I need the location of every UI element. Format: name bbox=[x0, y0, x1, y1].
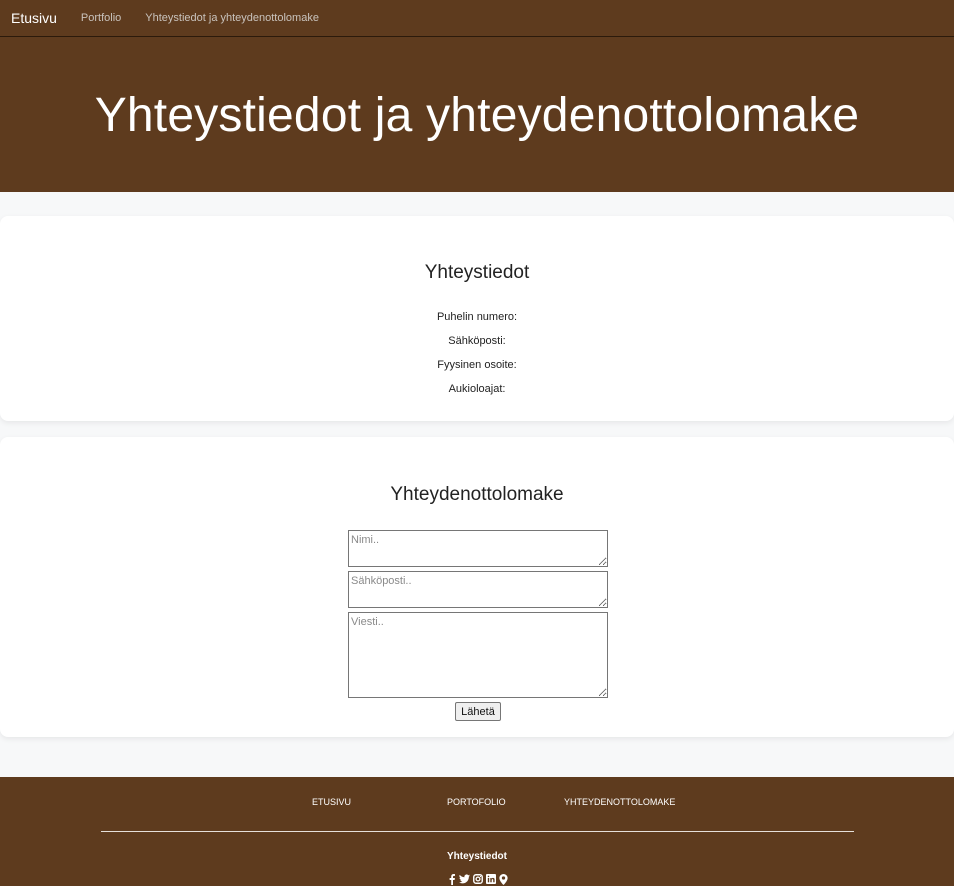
email-field[interactable] bbox=[348, 571, 608, 608]
nav-brand-etusivu[interactable]: Etusivu bbox=[11, 10, 57, 26]
footer-divider bbox=[101, 831, 854, 832]
opening-hours-label: Aukioloajat: bbox=[448, 383, 506, 395]
top-navbar: Etusivu Portfolio Yhteystiedot ja yhteyd… bbox=[0, 0, 954, 37]
footer-contact-title: Yhteystiedot bbox=[446, 851, 507, 862]
send-button[interactable]: Lähetä bbox=[455, 702, 501, 721]
footer: ETUSIVU PORTOFOLIO YHTEYDENOTTOLOMAKE Yh… bbox=[0, 777, 954, 886]
hero-banner: Yhteystiedot ja yhteydenottolomake bbox=[0, 37, 954, 192]
footer-link-etusivu[interactable]: ETUSIVU bbox=[312, 797, 351, 807]
linkedin-icon[interactable] bbox=[485, 874, 497, 886]
map-marker-icon[interactable] bbox=[497, 874, 509, 886]
footer-link-contact-form[interactable]: YHTEYDENOTTOLOMAKE bbox=[564, 797, 675, 807]
email-label: Sähköposti: bbox=[448, 335, 506, 347]
name-field[interactable] bbox=[348, 530, 608, 567]
address-label: Fyysinen osoite: bbox=[437, 359, 517, 371]
twitter-icon[interactable] bbox=[458, 874, 470, 886]
contact-form-title: Yhteydenottolomake bbox=[390, 484, 564, 505]
nav-link-contact[interactable]: Yhteystiedot ja yhteydenottolomake bbox=[145, 12, 319, 24]
message-field[interactable] bbox=[348, 612, 608, 698]
contact-info-title: Yhteystiedot bbox=[424, 262, 530, 283]
page-title: Yhteystiedot ja yhteydenottolomake bbox=[94, 89, 860, 142]
instagram-icon[interactable] bbox=[472, 874, 484, 886]
phone-label: Puhelin numero: bbox=[436, 311, 518, 323]
contact-info-card: Yhteystiedot Puhelin numero: Sähköposti:… bbox=[0, 216, 954, 421]
nav-link-portfolio[interactable]: Portfolio bbox=[81, 12, 121, 24]
footer-link-portfolio[interactable]: PORTOFOLIO bbox=[447, 797, 506, 807]
facebook-icon[interactable] bbox=[446, 874, 458, 886]
